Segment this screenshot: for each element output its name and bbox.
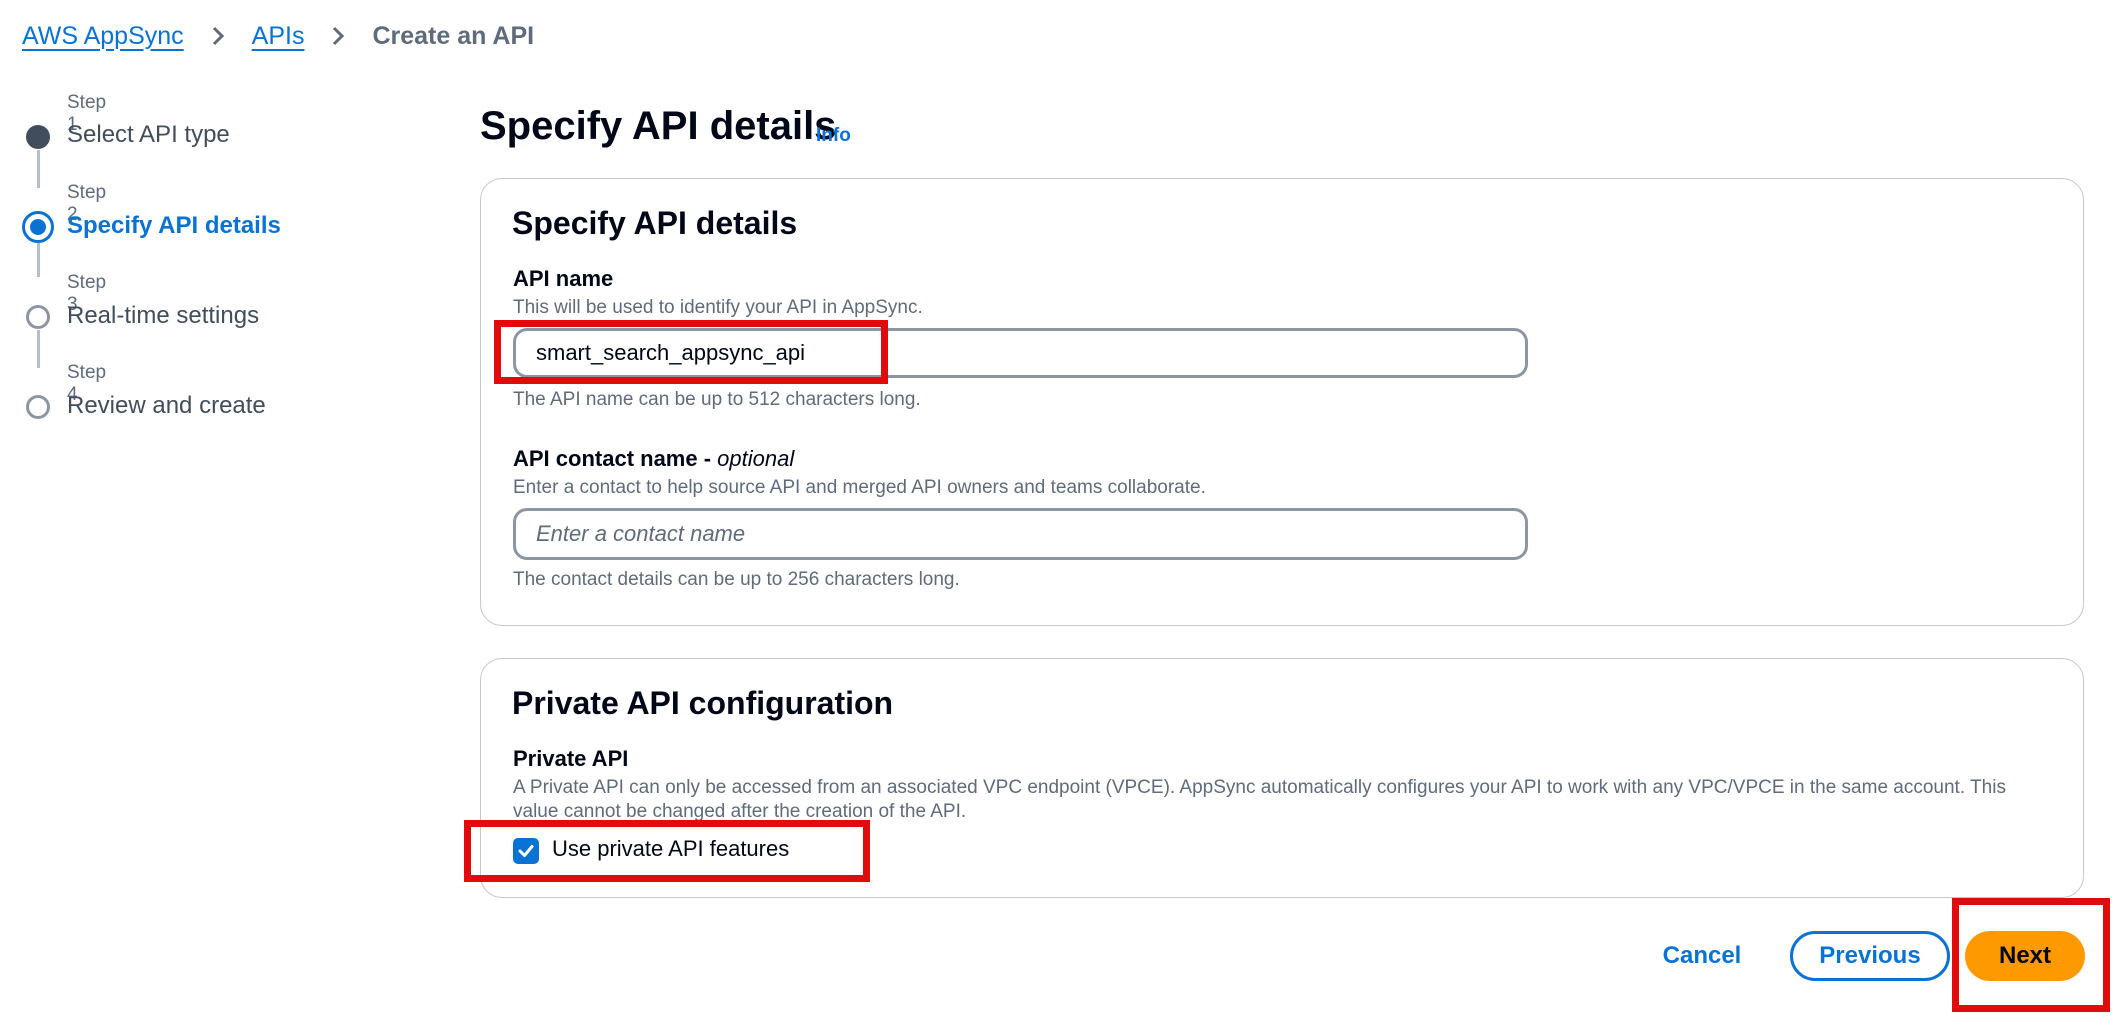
step-3-title: Real-time settings xyxy=(67,302,260,329)
private-api-heading: Private API configuration xyxy=(512,685,894,721)
step-connector xyxy=(37,243,40,277)
contact-name-label-text: API contact name - xyxy=(513,446,718,471)
private-api-checkbox-label[interactable]: Use private API features xyxy=(552,836,789,862)
api-name-description: This will be used to identify your API i… xyxy=(513,297,923,318)
step-1-complete-icon xyxy=(26,125,50,149)
breadcrumb-current: Create an API xyxy=(372,21,535,50)
step-3-pending-icon xyxy=(26,305,50,329)
info-link[interactable]: Info xyxy=(816,125,851,147)
private-api-description-line1: A Private API can only be accessed from … xyxy=(513,777,2006,798)
breadcrumb: AWS AppSync APIs Create an API xyxy=(22,16,534,56)
step-connector xyxy=(37,330,40,368)
private-api-checkbox[interactable] xyxy=(513,838,539,864)
api-name-input[interactable] xyxy=(513,328,1528,378)
step-2-title: Specify API details xyxy=(67,212,281,239)
chevron-right-icon xyxy=(318,16,358,56)
chevron-right-icon xyxy=(198,16,238,56)
step-4-title: Review and create xyxy=(67,392,266,419)
private-api-description-line2: value cannot be changed after the creati… xyxy=(513,801,967,822)
breadcrumb-link-appsync[interactable]: AWS AppSync xyxy=(22,22,184,51)
api-name-label: API name xyxy=(513,266,614,291)
breadcrumb-link-apis[interactable]: APIs xyxy=(252,22,305,51)
previous-button[interactable]: Previous xyxy=(1790,931,1950,981)
step-1-link[interactable]: Select API type xyxy=(67,121,230,149)
contact-name-input[interactable] xyxy=(513,508,1528,560)
api-name-constraint: The API name can be up to 512 characters… xyxy=(513,389,921,410)
api-details-heading: Specify API details xyxy=(512,205,798,241)
private-api-label: Private API xyxy=(513,746,629,771)
contact-name-label: API contact name - optional xyxy=(513,446,794,472)
optional-tag: optional xyxy=(717,446,795,471)
step-connector xyxy=(37,150,40,188)
checkmark-icon xyxy=(518,845,534,857)
page-title: Specify API details xyxy=(480,104,837,148)
step-2-current-icon xyxy=(22,211,54,243)
contact-name-description: Enter a contact to help source API and m… xyxy=(513,477,1206,498)
cancel-button[interactable]: Cancel xyxy=(1652,931,1752,981)
step-4-pending-icon xyxy=(26,395,50,419)
contact-name-constraint: The contact details can be up to 256 cha… xyxy=(513,569,960,590)
next-button[interactable]: Next xyxy=(1965,931,2085,981)
